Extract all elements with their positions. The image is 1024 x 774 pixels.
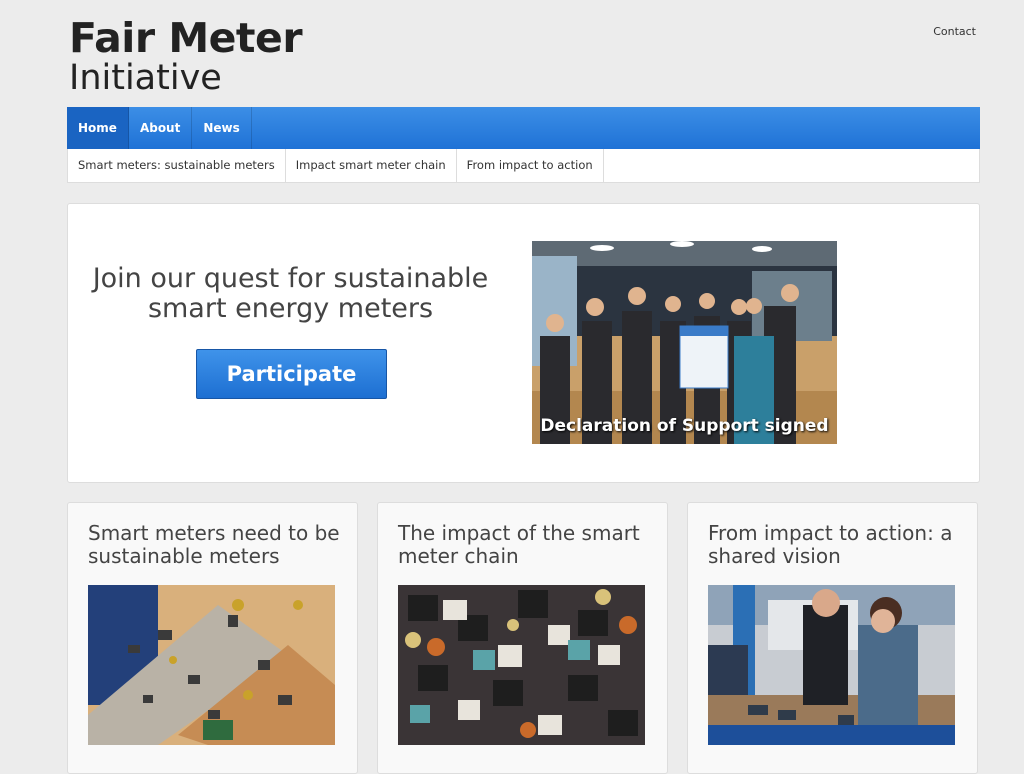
card-sustainable-meters[interactable]: Smart meters need to be sustainable mete… — [67, 502, 358, 774]
nav-home[interactable]: Home — [67, 107, 129, 149]
card-title: The impact of the smart meter chain — [398, 521, 640, 568]
card-impact-to-action[interactable]: From impact to action: a shared vision — [687, 502, 978, 774]
logo-line-1: Fair Meter — [69, 14, 303, 62]
contact-link[interactable]: Contact — [933, 25, 976, 38]
card-title: From impact to action: a shared vision — [708, 521, 953, 568]
card-image-meter-boards[interactable] — [88, 585, 335, 745]
logo-line-2: Initiative — [69, 58, 222, 98]
hero-photo-caption: Declaration of Support signed — [540, 416, 829, 436]
sub-nav: Smart meters: sustainable meters Impact … — [67, 149, 980, 183]
card-image-meter-parts[interactable] — [398, 585, 645, 745]
nav-news[interactable]: News — [192, 107, 252, 149]
exhibition-graphic — [708, 585, 955, 745]
meter-boards-graphic — [88, 585, 335, 745]
card-impact-chain[interactable]: The impact of the smart meter chain — [377, 502, 668, 774]
participate-button[interactable]: Participate — [196, 349, 387, 399]
card-title: Smart meters need to be sustainable mete… — [88, 521, 340, 568]
subnav-sustainable-meters[interactable]: Smart meters: sustainable meters — [68, 149, 286, 182]
card-image-exhibition[interactable] — [708, 585, 955, 745]
subnav-impact-to-action[interactable]: From impact to action — [457, 149, 604, 182]
nav-about[interactable]: About — [129, 107, 193, 149]
meter-parts-graphic — [398, 585, 645, 745]
hero-photo-graphic — [532, 241, 837, 444]
hero-panel: Join our quest for sustainable smart ene… — [67, 203, 980, 483]
subnav-impact-chain[interactable]: Impact smart meter chain — [286, 149, 457, 182]
hero-heading: Join our quest for sustainable smart ene… — [92, 263, 489, 324]
site-logo[interactable]: Fair Meter Initiative — [69, 14, 303, 98]
hero-photo[interactable]: Declaration of Support signed — [532, 241, 837, 444]
main-nav: Home About News — [67, 107, 980, 149]
